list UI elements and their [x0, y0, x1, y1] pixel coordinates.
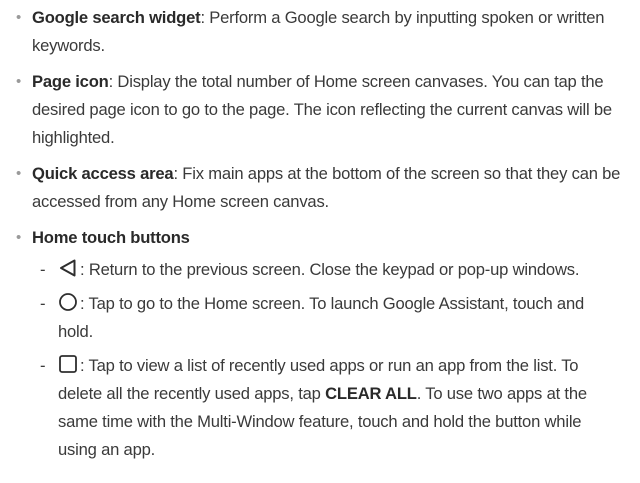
document-body: • Google search widget: Perform a Google… — [0, 0, 640, 464]
home-circle-icon — [58, 292, 78, 312]
dash: - — [40, 294, 46, 313]
sublist-item-home: - : Tap to go to the Home screen. To lau… — [40, 290, 622, 346]
bullet: • — [16, 73, 22, 90]
term-label: Page icon — [32, 72, 109, 91]
list-item-page-icon: • Page icon: Display the total number of… — [16, 68, 622, 152]
list-item-home-touch-buttons: • Home touch buttons - : Return to the p… — [16, 224, 622, 464]
dash: - — [40, 260, 46, 279]
bullet: • — [16, 9, 22, 26]
sublist-item-recent-apps: - : Tap to view a list of recently used … — [40, 352, 622, 464]
home-description: : Tap to go to the Home screen. To launc… — [58, 294, 585, 341]
list-item-quick-access-area: • Quick access area: Fix main apps at th… — [16, 160, 622, 216]
sublist-item-back: - : Return to the previous screen. Close… — [40, 256, 622, 284]
back-description: : Return to the previous screen. Close t… — [80, 260, 580, 279]
dash: - — [40, 356, 46, 375]
list-item-google-search-widget: • Google search widget: Perform a Google… — [16, 4, 622, 60]
clear-all-label: CLEAR ALL — [325, 384, 417, 403]
term-description: Display the total number of Home screen … — [32, 72, 612, 147]
recent-apps-square-icon — [58, 354, 78, 374]
term-label: Quick access area — [32, 164, 174, 183]
term-label: Home touch buttons — [32, 228, 190, 247]
term-label: Google search widget — [32, 8, 201, 27]
bullet: • — [16, 229, 22, 246]
back-triangle-icon — [58, 258, 78, 278]
bullet: • — [16, 165, 22, 182]
home-buttons-sublist: - : Return to the previous screen. Close… — [32, 256, 622, 464]
